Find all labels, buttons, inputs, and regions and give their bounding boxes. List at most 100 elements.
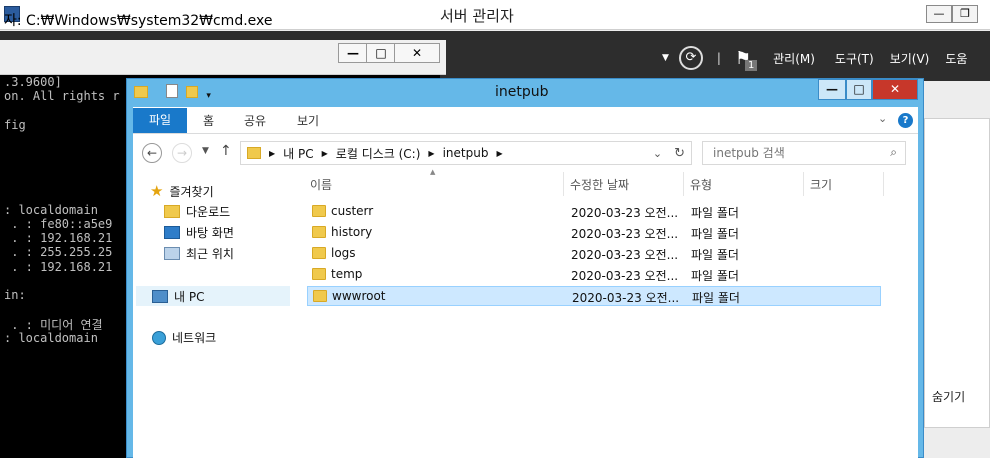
nav-desktop[interactable]: 바탕 화면 [164, 224, 234, 241]
expand-ribbon-icon[interactable]: ⌄ [878, 112, 887, 125]
folder-icon [134, 86, 148, 98]
file-name: custerr [331, 204, 374, 218]
cmd-output-line: : localdomain [4, 202, 98, 217]
breadcrumb-arrow-icon[interactable]: ▶ [322, 149, 328, 158]
menu-view[interactable]: 보기(V) [890, 50, 930, 67]
search-icon[interactable]: ⌕ [890, 145, 897, 160]
file-date: 2020-03-23 오전... [572, 291, 680, 305]
file-row[interactable]: history 2020-03-23 오전... 파일 폴더 [307, 223, 881, 243]
back-button[interactable]: ← [142, 143, 162, 163]
tab-view[interactable]: 보기 [297, 112, 319, 129]
file-type: 파일 폴더 [691, 206, 739, 220]
explorer-maximize-button[interactable]: □ [846, 79, 872, 100]
nav-recent-label: 최근 위치 [186, 247, 234, 261]
nav-network-label: 네트워크 [172, 331, 217, 345]
cmd-output-line: in: [4, 288, 26, 302]
nav-downloads[interactable]: 다운로드 [164, 203, 230, 220]
recent-locations-icon[interactable]: ▼ [202, 146, 209, 156]
explorer-title: inetpub [495, 84, 549, 100]
explorer-minimize-button[interactable]: — [818, 79, 846, 100]
forward-button[interactable]: → [172, 143, 192, 163]
file-type: 파일 폴더 [691, 227, 739, 241]
file-row[interactable]: logs 2020-03-23 오전... 파일 폴더 [307, 244, 881, 264]
sort-ascending-icon: ▲ [430, 168, 436, 176]
cmd-output-line: . : 255.255.25 [4, 245, 113, 260]
breadcrumb-arrow-icon[interactable]: ▶ [428, 149, 434, 158]
nav-network[interactable]: 네트워크 [152, 329, 216, 346]
search-box: ⌕ [702, 141, 906, 165]
properties-icon[interactable] [166, 84, 179, 98]
tab-share[interactable]: 공유 [244, 112, 266, 129]
separator: | [716, 51, 721, 65]
refresh-icon[interactable]: ↻ [674, 146, 685, 161]
column-type[interactable]: 유형 [684, 172, 804, 196]
file-date: 2020-03-23 오전... [571, 206, 679, 220]
column-date[interactable]: 수정한 날짜 [564, 172, 684, 196]
quick-access-toolbar[interactable]: ▾ [134, 84, 211, 102]
nav-downloads-label: 다운로드 [186, 205, 231, 219]
breadcrumb-inetpub[interactable]: inetpub [443, 146, 489, 160]
restore-button[interactable]: ❐ [952, 5, 978, 23]
nav-this-pc-label: 내 PC [174, 290, 205, 304]
new-folder-icon[interactable] [186, 86, 199, 98]
folder-icon [312, 247, 326, 259]
file-name: temp [331, 267, 363, 281]
up-button[interactable]: ↑ [220, 143, 232, 159]
refresh-icon[interactable]: ⟳ [678, 46, 703, 70]
network-icon [152, 330, 166, 345]
file-row[interactable]: custerr 2020-03-23 오전... 파일 폴더 [307, 202, 881, 222]
breadcrumb-arrow-icon[interactable]: ▶ [496, 149, 502, 158]
nav-favorites[interactable]: ★ 즐겨찾기 [150, 182, 214, 200]
file-row[interactable]: temp 2020-03-23 오전... 파일 폴더 [307, 265, 881, 285]
server-manager-menus: ▼ ⟳ | ⚑ 1 관리(M) 도구(T) 보기(V) 도움 [662, 40, 967, 76]
dropdown-chevron-icon[interactable]: ▼ [662, 53, 669, 63]
cmd-minimize-button[interactable]: — [338, 43, 368, 63]
menu-help[interactable]: 도움 [945, 50, 967, 67]
computer-icon [152, 290, 168, 303]
cmd-output-line: fig [4, 117, 26, 132]
menu-manage[interactable]: 관리(M) [773, 50, 815, 67]
file-name: history [331, 225, 373, 239]
downloads-folder-icon [164, 205, 180, 218]
breadcrumb-local-disk[interactable]: 로컬 디스크 (C:) [336, 145, 421, 162]
file-date: 2020-03-23 오전... [571, 248, 679, 262]
file-type: 파일 폴더 [691, 248, 739, 262]
server-manager-title: 서버 관리자 [440, 7, 514, 25]
file-type: 파일 폴더 [691, 269, 739, 283]
nav-desktop-label: 바탕 화면 [186, 226, 234, 240]
cmd-close-button[interactable]: ✕ [394, 43, 440, 63]
star-icon: ★ [150, 182, 164, 200]
file-row[interactable]: wwwroot 2020-03-23 오전... 파일 폴더 [307, 286, 881, 306]
folder-icon [247, 147, 261, 159]
tab-file[interactable]: 파일 [133, 108, 187, 133]
folder-icon [313, 290, 327, 302]
file-name: logs [331, 246, 356, 260]
folder-icon [312, 226, 326, 238]
cmd-output-line: .3.9600] [4, 75, 62, 89]
cmd-output-line: . : 192.168.21 [4, 259, 113, 274]
file-date: 2020-03-23 오전... [571, 227, 679, 241]
nav-this-pc[interactable]: 내 PC [152, 288, 204, 305]
cmd-maximize-button[interactable]: □ [366, 43, 396, 63]
search-input[interactable] [713, 143, 883, 163]
cmd-output-line: . : 192.168.21 [4, 231, 113, 246]
explorer-close-button[interactable]: ✕ [872, 79, 918, 100]
desktop-icon [164, 226, 180, 239]
file-type: 파일 폴더 [692, 291, 740, 305]
tab-home[interactable]: 홈 [203, 112, 214, 129]
hide-link[interactable]: 숨기기 [932, 388, 965, 405]
notifications-flag-icon[interactable]: ⚑ 1 [735, 48, 758, 71]
customize-toolbar-icon[interactable]: ▾ [206, 91, 211, 101]
help-icon[interactable]: ? [898, 113, 913, 128]
column-size[interactable]: 크기 [804, 172, 884, 196]
minimize-button[interactable]: — [926, 5, 952, 23]
breadcrumb-arrow-icon[interactable]: ▶ [269, 149, 275, 158]
cmd-output-line: . : fe80::a5e9 [4, 217, 113, 231]
nav-recent[interactable]: 최근 위치 [164, 245, 234, 262]
menu-tools[interactable]: 도구(T) [835, 50, 874, 67]
address-dropdown-icon[interactable]: ⌄ [653, 147, 662, 160]
address-bar[interactable]: ▶ 내 PC ▶ 로컬 디스크 (C:) ▶ inetpub ▶ ⌄ ↻ [240, 141, 692, 165]
nav-favorites-label: 즐겨찾기 [169, 184, 214, 199]
server-manager-content [924, 118, 990, 428]
breadcrumb-this-pc[interactable]: 내 PC [283, 145, 313, 162]
